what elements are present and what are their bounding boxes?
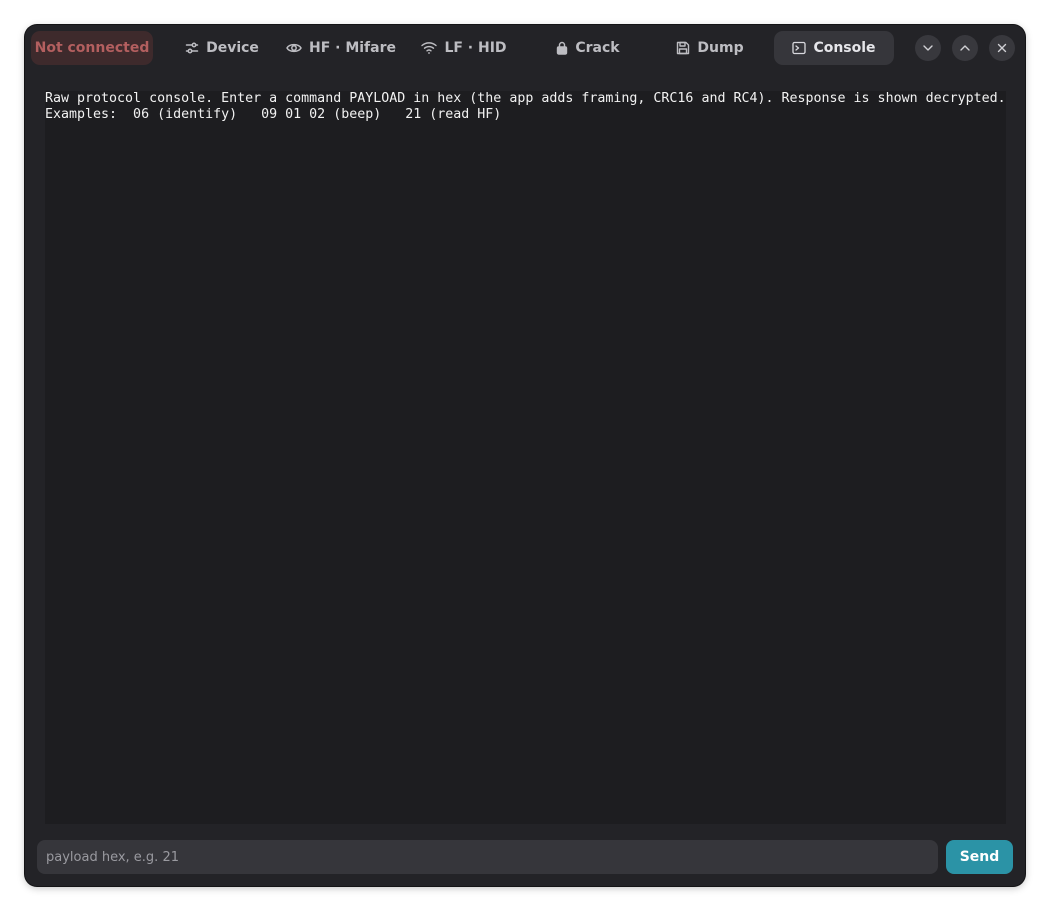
tab-device[interactable]: Device (168, 31, 276, 65)
tab-label: Dump (697, 40, 744, 56)
tab-label: Console (813, 40, 876, 56)
chevron-down-icon (922, 39, 934, 58)
command-input-row: Send (37, 840, 1013, 874)
tab-lf-hid[interactable]: LF · HID (410, 31, 518, 65)
close-button[interactable] (989, 35, 1015, 61)
save-icon (676, 41, 690, 55)
tab-dump[interactable]: Dump (655, 31, 765, 65)
tab-hf-mifare[interactable]: HF · Mifare (282, 31, 400, 65)
tab-label: HF · Mifare (308, 40, 396, 56)
close-icon (996, 39, 1008, 58)
console-examples-text: Examples: 06 (identify) 09 01 02 (beep) … (45, 106, 502, 122)
tab-crack[interactable]: Crack (533, 31, 643, 65)
lock-icon (556, 41, 568, 55)
terminal-icon (792, 41, 807, 55)
chevron-up-icon (959, 39, 971, 58)
console-intro-text: Raw protocol console. Enter a command PA… (45, 91, 1006, 106)
tab-label: Crack (575, 40, 620, 56)
minimize-button[interactable] (915, 35, 941, 61)
payload-input[interactable] (37, 840, 938, 874)
maximize-button[interactable] (952, 35, 978, 61)
wifi-icon (421, 41, 438, 55)
connection-status-badge: Not connected (31, 31, 153, 65)
tab-label: Device (206, 40, 259, 56)
top-bar: Not connected Device HF · Mifare LF · HI… (25, 25, 1025, 71)
tab-label: LF · HID (444, 40, 507, 56)
tab-console[interactable]: Console (774, 31, 894, 65)
eye-icon (286, 41, 302, 55)
app-window: Not connected Device HF · Mifare LF · HI… (25, 25, 1025, 886)
send-button[interactable]: Send (946, 840, 1013, 874)
sliders-icon (185, 41, 199, 55)
console-output[interactable]: Raw protocol console. Enter a command PA… (45, 91, 1006, 824)
